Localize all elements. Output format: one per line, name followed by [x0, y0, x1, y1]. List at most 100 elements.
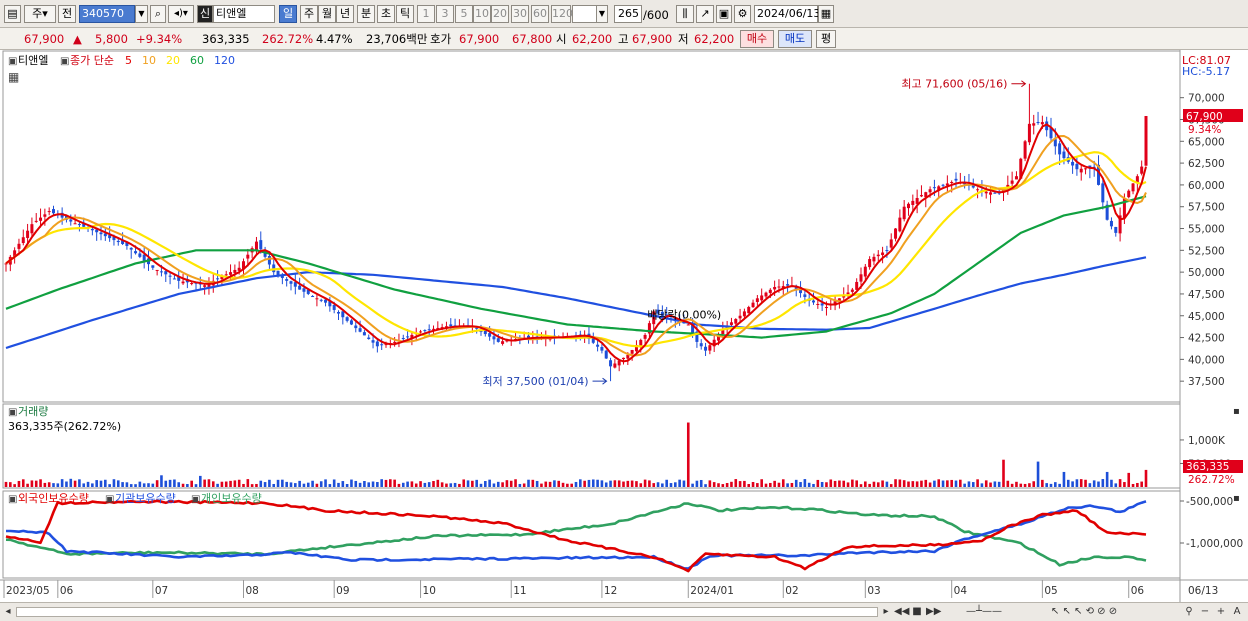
legend-ma-120: 120 — [214, 54, 235, 67]
gear-icon[interactable]: ⚙ — [734, 5, 751, 23]
volume-bar — [207, 479, 211, 487]
volume-bar — [630, 480, 634, 487]
candle-body — [159, 271, 163, 273]
candle-body — [846, 292, 850, 295]
volume-bar — [760, 479, 763, 487]
interval-button-3[interactable]: 3 — [436, 5, 454, 23]
volume-bar — [30, 480, 34, 487]
candle-body — [898, 217, 902, 232]
rewind-icon[interactable]: ◀◀ — [894, 605, 909, 619]
font-size-icon[interactable]: A — [1230, 605, 1244, 619]
volume-bar — [363, 481, 366, 487]
prev-button[interactable]: 전 — [58, 5, 76, 23]
candle-body — [764, 292, 768, 297]
candle-body — [604, 350, 608, 359]
volume-bar — [129, 484, 133, 487]
candle-body — [324, 299, 328, 303]
stock-chart[interactable]: 70,00067,50065,00062,50060,00057,50055,0… — [0, 50, 1248, 602]
period-button-2[interactable]: 월 — [318, 5, 336, 23]
holdings-legend-icon-0: ▣ — [8, 494, 17, 505]
candle-body — [1014, 176, 1018, 180]
interval-button-120[interactable]: 120 — [551, 5, 573, 23]
x-axis-label: 07 — [155, 585, 168, 597]
stock-code-input[interactable]: 340570 — [79, 5, 135, 23]
speaker-icon[interactable]: ◂)▾ — [168, 5, 194, 23]
scroll-right-icon[interactable]: ▸ — [880, 605, 892, 619]
volume-bar — [211, 481, 215, 487]
low-price: 62,200 — [694, 32, 735, 46]
zoom-slider[interactable]: —┴—— — [948, 605, 1020, 619]
volume-bar — [147, 483, 150, 487]
low-label: 저 — [678, 32, 689, 46]
code-dropdown-icon[interactable]: ▼ — [135, 5, 148, 23]
scroll-left-icon[interactable]: ◂ — [2, 605, 14, 619]
volume-bar — [52, 483, 55, 487]
zoom-in-icon[interactable]: ⚲ — [1182, 605, 1196, 619]
candle-body — [138, 253, 142, 257]
date-input[interactable]: 2024/06/13 — [754, 5, 820, 23]
candle-body — [311, 296, 315, 298]
window-menu-icon[interactable]: ▤ — [4, 5, 21, 23]
interval-button-10[interactable]: 10 — [473, 5, 491, 23]
search-icon[interactable]: ⌕ — [150, 5, 166, 23]
volume-bar — [259, 480, 263, 487]
eval-button[interactable]: 평 — [816, 30, 836, 48]
period-button-5[interactable]: 초 — [377, 5, 395, 23]
interval-button-60[interactable]: 60 — [531, 5, 549, 23]
volume-bar — [954, 480, 958, 487]
fast-forward-icon[interactable]: ▶▶ — [926, 605, 941, 619]
sell-button[interactable]: 매도 — [778, 30, 812, 48]
price-tick-label: 42,500 — [1188, 333, 1225, 345]
interval-dropdown-icon[interactable]: ▼ — [596, 5, 608, 23]
candle-body — [341, 311, 345, 318]
change-percent: +9.34% — [136, 32, 183, 46]
period-button-4[interactable]: 분 — [357, 5, 375, 23]
candle-body — [203, 285, 207, 287]
volume-bar — [984, 480, 988, 487]
bar-count-input[interactable]: 265 — [614, 5, 642, 23]
interval-button-20[interactable]: 20 — [491, 5, 509, 23]
period-button-0[interactable]: 일 — [279, 5, 297, 23]
volume-bar — [173, 479, 176, 487]
draw-tool-icon[interactable]: ↗ — [696, 5, 714, 23]
candle-body — [950, 182, 954, 183]
horizontal-scrollbar[interactable] — [16, 607, 878, 617]
period-unit-select[interactable]: 주▾ — [24, 5, 56, 23]
zoom-out-icon[interactable]: − — [1198, 605, 1212, 619]
candle-icon[interactable]: ⫼ — [676, 5, 694, 23]
volume-bar — [868, 483, 871, 487]
period-button-1[interactable]: 주 — [300, 5, 318, 23]
stock-name-field[interactable]: 티앤엘 — [213, 5, 275, 23]
period-button-6[interactable]: 틱 — [396, 5, 414, 23]
volume-bar — [859, 484, 863, 487]
candle-body — [224, 274, 228, 276]
drawing-tools-icon[interactable]: ↖ ↖ ↖ ⟲ ⊘ ⊘ — [1024, 605, 1144, 619]
increase-icon[interactable]: + — [1214, 605, 1228, 619]
buy-button[interactable]: 매수 — [740, 30, 774, 48]
interval-button-30[interactable]: 30 — [511, 5, 529, 23]
volume-bar — [410, 481, 414, 487]
volume-bar — [997, 481, 1001, 487]
volume-bar — [989, 482, 992, 487]
volume-bar — [319, 481, 323, 487]
save-icon[interactable]: ▣ — [716, 5, 732, 23]
volume-bar — [1006, 480, 1010, 487]
volume-bar — [604, 482, 608, 487]
calendar-icon[interactable]: ▦ — [818, 5, 834, 23]
candle-body — [932, 187, 936, 189]
volume-bar — [622, 481, 625, 487]
volume-bar — [393, 479, 396, 487]
volume-bar — [501, 482, 504, 487]
candle-body — [919, 195, 923, 197]
period-button-3[interactable]: 년 — [336, 5, 354, 23]
candle-body — [492, 336, 496, 340]
volume-bar — [440, 482, 444, 487]
interval-button-5[interactable]: 5 — [455, 5, 473, 23]
interval-button-1[interactable]: 1 — [417, 5, 435, 23]
volume-bar — [876, 482, 880, 487]
candle-body — [613, 363, 617, 368]
volume-bar — [855, 480, 858, 487]
bid-label: 호가 — [430, 32, 452, 46]
stop-icon[interactable]: ■ — [910, 605, 924, 619]
candle-body — [803, 294, 807, 297]
